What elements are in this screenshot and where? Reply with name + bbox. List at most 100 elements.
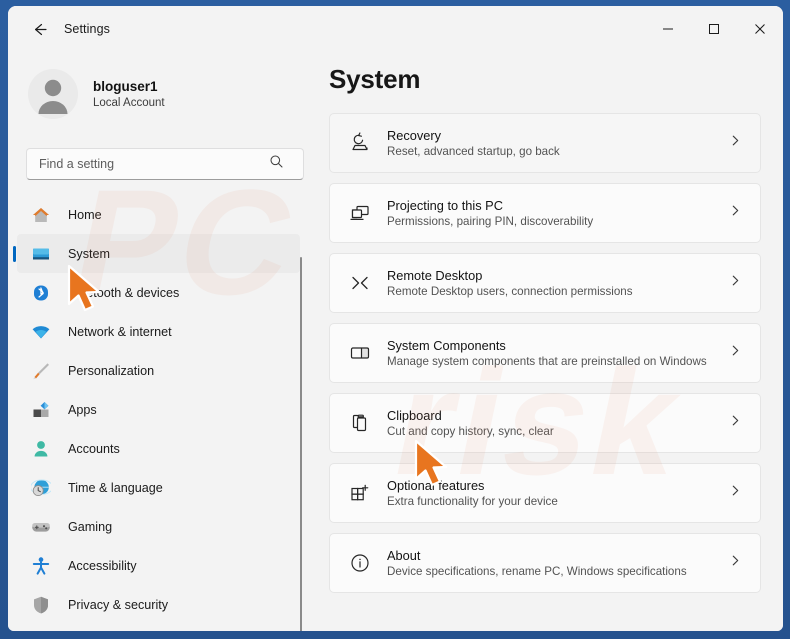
sidebar-item-home[interactable]: Home [17,195,300,234]
sidebar-item-time-language[interactable]: Time & language [17,468,300,507]
page-title: System [329,64,421,94]
card-title: System Components [387,337,506,353]
card-text: Remote Desktop Remote Desktop users, con… [387,267,633,300]
card-text: Clipboard Cut and copy history, sync, cl… [387,407,554,440]
sidebar-item-label: Apps [68,402,97,417]
info-circle-icon [346,551,374,575]
sidebar-item-gaming[interactable]: Gaming [17,507,300,546]
sidebar-item-label: Accounts [68,441,120,456]
card-title: About [387,547,421,563]
optional-features-icon [346,481,374,505]
settings-window: Settings bloguser1 Local Account Find a … [8,6,783,631]
minimize-button[interactable] [645,6,691,52]
wifi-icon [30,321,52,343]
sidebar-item-label: Bluetooth & devices [68,285,180,300]
sidebar-nav: Home System Bluetooth & devices Network … [8,195,308,631]
sidebar-item-label: Network & internet [68,324,172,339]
settings-card-system-components[interactable]: System Components Manage system componen… [329,323,761,383]
card-subtitle: Reset, advanced startup, go back [387,144,560,158]
card-text: Optional features Extra functionality fo… [387,477,558,510]
sidebar-scrollbar[interactable] [300,257,302,631]
card-subtitle: Extra functionality for your device [387,494,558,508]
chevron-right-icon [729,414,742,432]
settings-card-projecting-to-this-pc[interactable]: Projecting to this PC Permissions, pairi… [329,183,761,243]
card-text: About Device specifications, rename PC, … [387,547,687,580]
sidebar-item-personalization[interactable]: Personalization [17,351,300,390]
minimize-icon [663,28,673,30]
window-controls [645,6,783,52]
maximize-icon [709,24,719,34]
search-icon [269,154,284,174]
sidebar-item-bluetooth-devices[interactable]: Bluetooth & devices [17,273,300,312]
recovery-icon [346,131,374,155]
window-frame: Settings bloguser1 Local Account Find a … [0,0,790,639]
bluetooth-icon [30,282,52,304]
card-text: Projecting to this PC Permissions, pairi… [387,197,593,230]
sidebar-item-network-internet[interactable]: Network & internet [17,312,300,351]
search-input[interactable] [39,157,267,171]
avatar [28,69,78,119]
apps-blocks-icon [30,399,52,421]
card-subtitle: Cut and copy history, sync, clear [387,424,554,438]
chevron-right-icon [729,554,742,572]
close-icon [755,24,765,34]
sidebar-item-label: Accessibility [68,558,137,573]
settings-card-remote-desktop[interactable]: Remote Desktop Remote Desktop users, con… [329,253,761,313]
remote-desktop-icon [346,271,374,295]
card-subtitle: Remote Desktop users, connection permiss… [387,284,633,298]
card-title: Remote Desktop [387,267,483,283]
clipboard-icon [346,411,374,435]
sidebar-item-system[interactable]: System [17,234,300,273]
chevron-right-icon [729,204,742,222]
monitor-icon [30,243,52,265]
close-button[interactable] [737,6,783,52]
back-arrow-icon [34,23,47,35]
account-text: bloguser1 Local Account [93,78,165,111]
chevron-right-icon [729,134,742,152]
chevron-right-icon [729,344,742,362]
card-title: Recovery [387,127,442,143]
globe-clock-icon [30,477,52,499]
card-text: Recovery Reset, advanced startup, go bac… [387,127,560,160]
projecting-screens-icon [346,201,374,225]
search-box[interactable] [26,148,304,180]
paintbrush-icon [30,360,52,382]
sidebar: bloguser1 Local Account Find a setting H… [8,52,308,631]
sidebar-item-label: Time & language [68,480,163,495]
system-components-icon [346,341,374,365]
settings-card-list: Recovery Reset, advanced startup, go bac… [308,113,783,593]
settings-card-clipboard[interactable]: Clipboard Cut and copy history, sync, cl… [329,393,761,453]
card-subtitle: Permissions, pairing PIN, discoverabilit… [387,214,594,228]
main-content: System Recovery Reset, advanced startup,… [308,52,783,631]
sidebar-item-label: Home [68,207,102,222]
sidebar-item-privacy-security[interactable]: Privacy & security [17,585,300,624]
chevron-right-icon [729,484,742,502]
maximize-button[interactable] [691,6,737,52]
sidebar-item-accounts[interactable]: Accounts [17,429,300,468]
account-profile[interactable]: bloguser1 Local Account [8,52,308,124]
accessibility-person-icon [30,555,52,577]
card-title: Optional features [387,477,485,493]
sidebar-item-apps[interactable]: Apps [17,390,300,429]
card-title: Projecting to this PC [387,197,503,213]
window-title: Settings [64,22,110,36]
home-icon [30,204,52,226]
card-subtitle: Manage system components that are preins… [387,354,707,368]
account-type: Local Account [93,96,165,109]
card-text: System Components Manage system componen… [387,337,707,370]
account-person-icon [30,438,52,460]
account-name: bloguser1 [93,78,158,94]
sidebar-item-label: Privacy & security [68,597,169,612]
sidebar-item-accessibility[interactable]: Accessibility [17,546,300,585]
title-bar: Settings [8,6,783,52]
sidebar-item-label: System [68,246,110,261]
sidebar-item-label: Personalization [68,363,155,378]
settings-card-optional-features[interactable]: Optional features Extra functionality fo… [329,463,761,523]
back-button[interactable] [22,14,56,44]
chevron-right-icon [729,274,742,292]
sidebar-item-label: Gaming [68,519,113,534]
settings-card-recovery[interactable]: Recovery Reset, advanced startup, go bac… [329,113,761,173]
settings-card-about[interactable]: About Device specifications, rename PC, … [329,533,761,593]
person-avatar-icon [38,79,68,114]
card-title: Clipboard [387,407,442,423]
